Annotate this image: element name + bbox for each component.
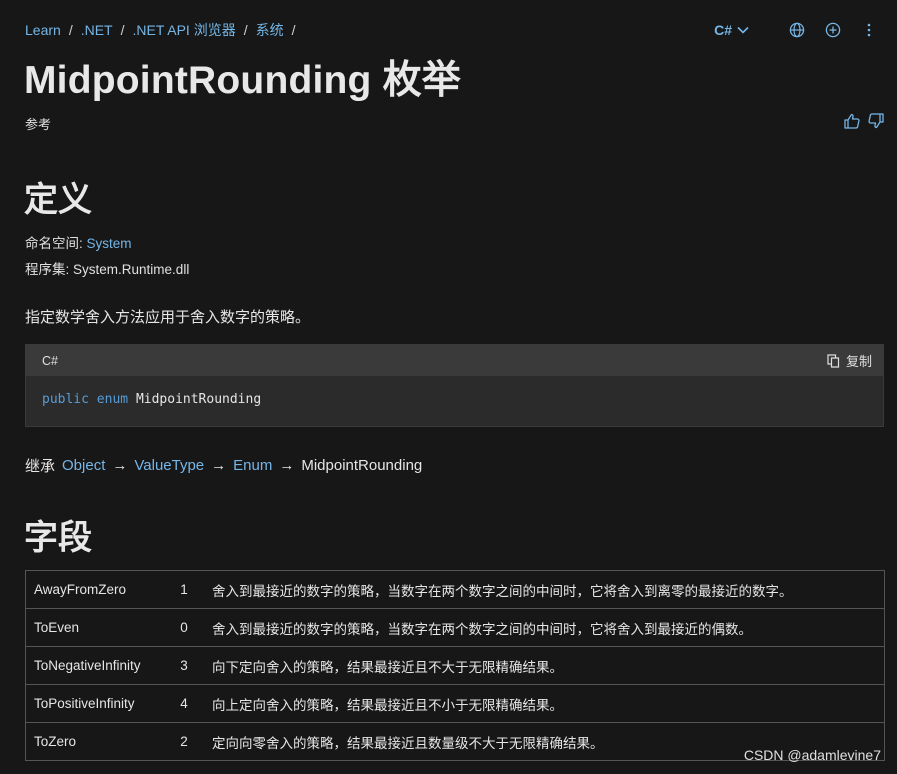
inherit-link-enum[interactable]: Enum [233,457,272,474]
field-name: AwayFromZero [25,570,166,609]
reference-label: 参考 [25,117,52,132]
table-row: ToNegativeInfinity 3 向下定向舍入的策略，结果最接近且不大于… [25,646,885,685]
page-title: MidpointRounding 枚举 [24,59,462,102]
field-description: 舍入到最接近的数字的策略，当数字在两个数字之间的中间时，它将舍入到离零的最接近的… [202,570,885,609]
definition-heading: 定义 [24,181,92,219]
code-line: public enum MidpointRounding [26,376,883,407]
code-keyword-public: public [42,392,89,407]
table-row: ToEven 0 舍入到最接近的数字的策略，当数字在两个数字之间的中间时，它将舍… [25,608,885,647]
inherit-link-object[interactable]: Object [62,457,105,474]
inherit-arrow: → [279,457,295,474]
inherit-current: MidpointRounding [301,457,423,474]
top-actions: C# [714,20,879,40]
field-description: 向上定向舍入的策略，结果最接近且不小于无限精确结果。 [202,684,885,723]
watermark: CSDN @adamlevine7 [743,747,881,763]
copy-label: 复制 [845,354,872,369]
copy-button[interactable]: 复制 [827,351,872,370]
summary-text: 指定数学舍入方法应用于舍入数字的策略。 [25,309,311,326]
top-bar: Learn / .NET / .NET API 浏览器 / 系统 / C# [25,20,879,40]
inherit-arrow: → [211,457,227,474]
field-value: 0 [166,608,202,647]
namespace-link[interactable]: System [87,236,132,251]
table-row: AwayFromZero 1 舍入到最接近的数字的策略，当数字在两个数字之间的中… [25,570,885,609]
field-name: ToNegativeInfinity [25,646,166,685]
code-keyword-enum: enum [96,392,129,407]
thumbs-down-icon[interactable] [867,112,885,135]
copy-icon [827,353,840,368]
code-type-name: MidpointRounding [135,392,262,407]
breadcrumb-separator: / [243,22,248,38]
assembly-value: System.Runtime.dll [73,262,190,277]
field-value: 3 [166,646,202,685]
field-value: 2 [166,722,202,761]
chevron-down-icon [737,26,749,34]
field-description: 舍入到最接近的数字的策略，当数字在两个数字之间的中间时，它将舍入到最接近的偶数。 [202,608,885,647]
breadcrumb-dotnet[interactable]: .NET [81,22,113,38]
namespace-label: 命名空间: [25,236,83,251]
code-language: C# [42,353,58,368]
field-name: ToPositiveInfinity [25,684,166,723]
namespace-line: 命名空间: System [25,232,132,252]
fields-table: AwayFromZero 1 舍入到最接近的数字的策略，当数字在两个数字之间的中… [25,570,885,761]
field-value: 4 [166,684,202,723]
inherit-link-valuetype[interactable]: ValueType [134,457,204,474]
breadcrumb-separator: / [68,22,73,38]
fields-heading: 字段 [24,519,92,557]
breadcrumb-api-browser[interactable]: .NET API 浏览器 [132,20,235,40]
globe-icon[interactable] [787,20,807,40]
language-selector[interactable]: C# [714,22,749,38]
add-circle-icon[interactable] [823,20,843,40]
language-label: C# [714,22,732,38]
field-name: ToZero [25,722,166,761]
inheritance-chain: 继承 Object → ValueType → Enum → MidpointR… [25,455,422,476]
assembly-line: 程序集: System.Runtime.dll [25,258,189,278]
thumbs-up-icon[interactable] [843,112,861,135]
inherit-arrow: → [112,457,128,474]
code-block: C# 复制 public enum MidpointRounding [25,344,884,427]
table-row: ToPositiveInfinity 4 向上定向舍入的策略，结果最接近且不小于… [25,684,885,723]
field-description: 向下定向舍入的策略，结果最接近且不大于无限精确结果。 [202,646,885,685]
breadcrumb-system[interactable]: 系统 [256,20,284,40]
code-header: C# 复制 [26,345,883,376]
more-vertical-icon[interactable] [859,20,879,40]
field-value: 1 [166,570,202,609]
breadcrumb-separator: / [291,22,296,38]
feedback-buttons [843,112,885,135]
breadcrumb-separator: / [120,22,125,38]
field-name: ToEven [25,608,166,647]
inheritance-label: 继承 [25,458,56,475]
assembly-label: 程序集: [25,262,70,277]
breadcrumb: Learn / .NET / .NET API 浏览器 / 系统 / [25,20,303,40]
breadcrumb-learn[interactable]: Learn [25,22,61,38]
